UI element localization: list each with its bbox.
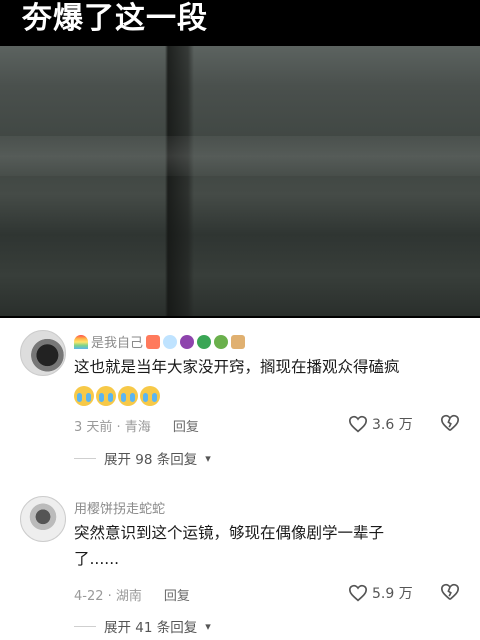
crying-emoji-icon <box>74 386 94 406</box>
like-button[interactable]: 5.9 万 <box>348 583 413 603</box>
reply-button[interactable]: 回复 <box>173 416 199 435</box>
expand-replies-label[interactable]: 展开 98 条回复 <box>104 448 197 468</box>
like-count: 5.9 万 <box>372 586 413 602</box>
comment-item: 用樱饼拐走蛇蛇 突然意识到这个运镜，够现在偶像剧学一辈子 了...... 4-2… <box>0 484 480 640</box>
broccoli-icon <box>197 334 212 349</box>
chevron-down-icon: ▾ <box>205 451 211 465</box>
heart-icon <box>348 584 368 602</box>
comment-meta: 3 天前 · 青海 回复 <box>74 416 199 435</box>
rainbow-icon <box>74 334 88 349</box>
bread-icon <box>231 334 246 349</box>
crying-emoji-icon <box>118 386 138 406</box>
reply-button[interactable]: 回复 <box>164 585 190 604</box>
username[interactable]: 用樱饼拐走蛇蛇 <box>74 498 165 517</box>
broken-heart-icon[interactable] <box>440 583 460 601</box>
comment-text-line: 突然意识到这个运镜，够现在偶像剧学一辈子 <box>74 524 385 542</box>
expand-replies[interactable]: 展开 98 条回复 ▾ <box>74 448 211 468</box>
video-title: 夯爆了这一段 <box>22 1 208 36</box>
comment-item: 是我自己 这也就是当年大家没开窍，搁现在播观众得磕疯 3 天前 · 青海 回复 … <box>0 318 480 478</box>
username-row: 是我自己 <box>74 332 246 351</box>
emoji-row <box>74 386 160 406</box>
broken-heart-icon[interactable] <box>440 414 460 432</box>
grapes-icon <box>180 334 195 349</box>
snowflake-icon <box>163 334 178 349</box>
time-location: 4-22 · 湖南 <box>74 589 142 604</box>
coral-icon <box>146 334 161 349</box>
video-player[interactable]: 夯爆了这一段 <box>0 0 480 318</box>
comment-text: 突然意识到这个运镜，够现在偶像剧学一辈子 了...... <box>74 520 464 572</box>
comment-text-line: 了...... <box>74 550 120 568</box>
expand-replies-label[interactable]: 展开 41 条回复 <box>104 616 197 636</box>
avatar[interactable] <box>20 496 66 542</box>
avocado-icon <box>214 334 229 349</box>
chevron-down-icon: ▾ <box>205 619 211 633</box>
divider <box>74 457 96 459</box>
comment-meta: 4-22 · 湖南 回复 <box>74 585 190 604</box>
like-count: 3.6 万 <box>372 417 413 433</box>
expand-replies[interactable]: 展开 41 条回复 ▾ <box>74 616 211 636</box>
divider <box>74 625 96 627</box>
video-frame[interactable] <box>0 46 480 316</box>
like-button[interactable]: 3.6 万 <box>348 414 413 434</box>
time-location: 3 天前 · 青海 <box>74 420 151 435</box>
username[interactable]: 是我自己 <box>91 332 143 351</box>
username-row: 用樱饼拐走蛇蛇 <box>74 498 165 517</box>
avatar[interactable] <box>20 330 66 376</box>
crying-emoji-icon <box>140 386 160 406</box>
crying-emoji-icon <box>96 386 116 406</box>
comment-text: 这也就是当年大家没开窍，搁现在播观众得磕疯 <box>74 358 400 376</box>
heart-icon <box>348 415 368 433</box>
